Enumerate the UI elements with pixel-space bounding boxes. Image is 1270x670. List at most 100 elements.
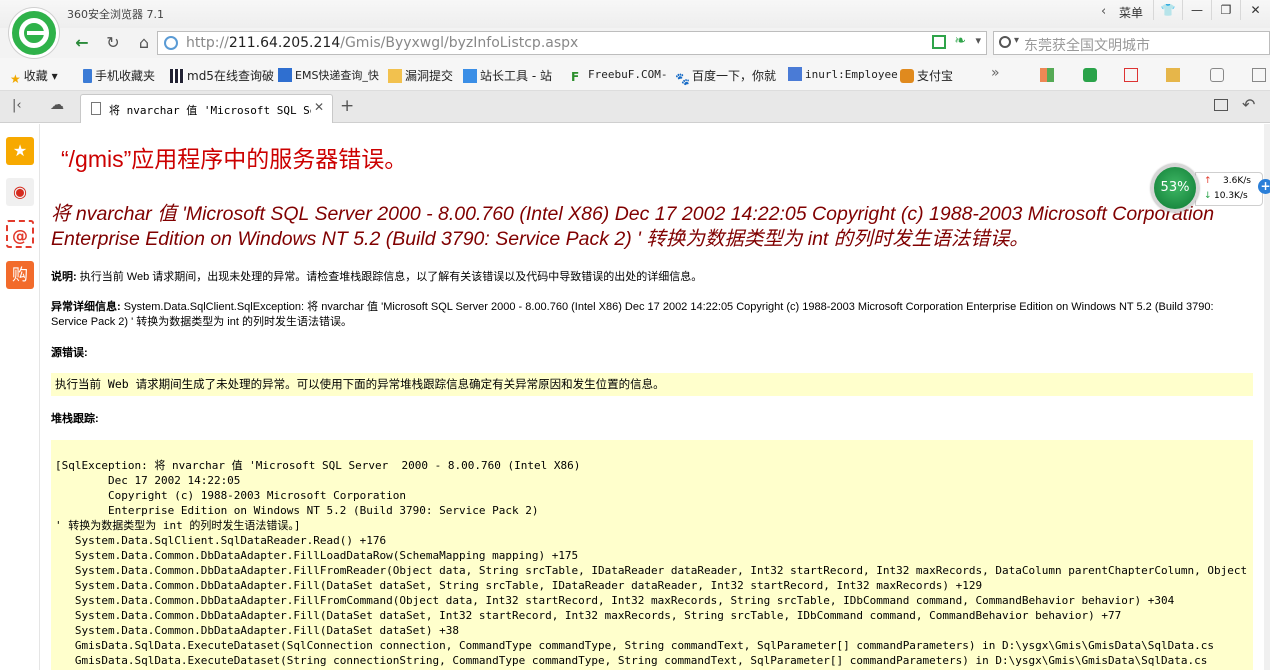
stack-trace-line: System.Data.Common.DbDataAdapter.FillLoa… — [55, 549, 579, 562]
download-arrow-icon: ↓ — [1204, 191, 1212, 201]
navigation-bar: ← ↻ ⌂ http://211.64.205.214/Gmis/Byyxwgl… — [0, 28, 1270, 58]
home-button[interactable]: ⌂ — [133, 32, 155, 54]
folder-icon — [388, 69, 402, 83]
browser-logo-icon[interactable] — [9, 8, 59, 58]
search-box[interactable]: ▾ 东莞获全国文明城市 — [993, 31, 1270, 55]
alipay-icon — [900, 69, 914, 83]
translate-icon[interactable] — [1124, 68, 1138, 82]
bookmark-item[interactable]: 🐾 百度一下，你就 — [675, 67, 776, 86]
mail-icon[interactable]: @ — [6, 220, 34, 248]
ems-icon — [278, 68, 292, 82]
shield-icon[interactable] — [1083, 68, 1097, 82]
cloud-icon[interactable]: ☁ — [50, 97, 64, 113]
back-button[interactable]: ← — [71, 32, 93, 54]
emoji-icon[interactable] — [1210, 68, 1224, 82]
error-message-heading: 将 nvarchar 值 'Microsoft SQL Server 2000 … — [51, 203, 1215, 250]
speed-panel: ↑ 3.6K/s ↓ 10.3K/s — [1195, 172, 1263, 206]
undo-close-icon[interactable]: ↶ — [1242, 95, 1255, 114]
address-bar[interactable]: http://211.64.205.214/Gmis/Byyxwgl/byzIn… — [157, 31, 987, 55]
window-icon[interactable] — [1252, 68, 1266, 82]
description: 说明: 执行当前 Web 请求期间，出现未处理的异常。请检查堆栈跟踪信息，以了解… — [51, 270, 1236, 285]
download-speed: 10.3K/s — [1214, 191, 1248, 201]
stack-trace-line: System.Data.Common.DbDataAdapter.Fill(Da… — [55, 579, 983, 592]
bookmark-favorites[interactable]: ★ 收藏 ▾ — [10, 67, 58, 86]
grid-icon — [170, 69, 184, 83]
description-label: 说明: — [51, 271, 77, 283]
page-content: “/gmis”应用程序中的服务器错误。 将 nvarchar 值 'Micros… — [41, 124, 1270, 670]
url-host: 211.64.205.214 — [228, 35, 341, 51]
stack-trace-line: [SqlException: 将 nvarchar 值 'Microsoft S… — [55, 459, 581, 472]
stack-trace-line: System.Data.Common.DbDataAdapter.FillFro… — [74, 564, 1248, 577]
stack-trace-line: System.Data.Common.DbDataAdapter.Fill(Da… — [55, 624, 459, 637]
exception-label: 异常详细信息: — [51, 301, 121, 313]
tab-title: 将 nvarchar 值 'Microsoft SQL Server 2000 … — [109, 104, 311, 117]
title-bar: 360安全浏览器 7.1 ‹ 菜单 👕 — ❐ ✕ — [0, 0, 1270, 28]
network-speed-widget[interactable]: ↑ 3.6K/s ↓ 10.3K/s 53% + — [1151, 164, 1270, 212]
tab-bar: |‹ ☁ 将 nvarchar 值 'Microsoft SQL Server … — [0, 91, 1270, 123]
star-icon: ★ — [10, 72, 21, 86]
skin-button[interactable]: 👕 — [1153, 0, 1182, 20]
stack-trace-box: [SqlException: 将 nvarchar 值 'Microsoft S… — [51, 440, 1253, 670]
bookmark-item[interactable]: F FreebuF.COM- — [571, 67, 667, 84]
bookmarks-more-button[interactable]: » — [991, 65, 1000, 81]
exception-text: System.Data.SqlClient.SqlException: 将 nv… — [51, 301, 1214, 328]
source-error-box: 执行当前 Web 请求期间生成了未处理的异常。可以使用下面的异常堆栈跟踪信息确定… — [51, 373, 1253, 396]
tab-close-icon[interactable]: ✕ — [314, 100, 324, 114]
bookmark-item[interactable]: md5在线查询破 — [170, 67, 274, 84]
tab-active[interactable]: 将 nvarchar 值 'Microsoft SQL Server 2000 … — [80, 94, 333, 123]
stack-trace-line: System.Data.SqlClient.SqlDataReader.Read… — [55, 534, 387, 547]
bookmark-item[interactable]: 支付宝 — [900, 67, 953, 84]
new-tab-button[interactable]: + — [340, 96, 354, 116]
leaf-icon[interactable]: ❧ — [954, 33, 966, 49]
page-title: “/gmis”应用程序中的服务器错误。 — [61, 146, 408, 172]
close-window-button[interactable]: ✕ — [1240, 0, 1270, 20]
qr-code-icon[interactable] — [932, 35, 946, 49]
stack-trace-line: Dec 17 2002 14:22:05 — [55, 474, 241, 487]
sidebar-toggle-icon[interactable]: |‹ — [12, 98, 22, 113]
apps-icon[interactable] — [1040, 68, 1054, 82]
chevron-down-icon[interactable]: ▾ — [975, 34, 981, 47]
stack-trace-line: System.Data.Common.DbDataAdapter.FillFro… — [55, 594, 1175, 607]
bookmarks-bar: ★ 收藏 ▾ 手机收藏夹 md5在线查询破 EMS快递查询_快 漏洞提交 站长工具… — [0, 58, 1270, 91]
minimize-button[interactable]: — — [1182, 0, 1211, 20]
phone-icon — [83, 69, 92, 83]
chevron-left-icon[interactable]: ‹ — [1101, 4, 1106, 19]
upload-arrow-icon: ↑ — [1204, 176, 1212, 186]
minimize-icon: — — [1191, 3, 1203, 17]
stack-trace-line: GmisData.SqlData.ExecuteDataset(String c… — [55, 654, 1208, 667]
url-path: /Gmis/Byyxwgl/byzInfoListcp.aspx — [340, 35, 579, 51]
tools-icon[interactable] — [1166, 68, 1180, 82]
restore-tabs-icon[interactable] — [1214, 99, 1228, 111]
weibo-icon[interactable]: ◉ — [6, 178, 34, 206]
search-engine-dropdown[interactable]: ▾ — [1014, 35, 1019, 46]
upload-speed: 3.6K/s — [1223, 176, 1251, 186]
search-input[interactable]: 东莞获全国文明城市 — [1024, 35, 1150, 55]
bookmark-item[interactable]: 漏洞提交 — [388, 67, 453, 84]
maximize-button[interactable]: ❐ — [1211, 0, 1240, 20]
bookmark-item[interactable]: 站长工具 - 站 — [463, 67, 552, 84]
globe-icon — [164, 36, 178, 50]
close-icon: ✕ — [1250, 3, 1261, 17]
shopping-icon[interactable]: 购 — [6, 261, 34, 289]
plus-icon[interactable]: + — [1258, 179, 1270, 194]
bookmark-item[interactable]: 手机收藏夹 — [83, 67, 155, 84]
menu-button[interactable]: 菜单 — [1119, 4, 1143, 21]
maximize-icon: ❐ — [1220, 3, 1232, 17]
tool-icon — [463, 69, 477, 83]
stack-trace-line: Enterprise Edition on Windows NT 5.2 (Bu… — [55, 504, 539, 517]
search-icon — [999, 36, 1011, 48]
stack-trace-line: Copyright (c) 1988-2003 Microsoft Corpor… — [55, 489, 406, 502]
bookmark-item[interactable]: EMS快递查询_快 — [278, 67, 379, 83]
url-text[interactable]: http://211.64.205.214/Gmis/Byyxwgl/byzIn… — [186, 35, 578, 51]
document-icon — [91, 102, 101, 115]
stack-trace-title: 堆栈跟踪: — [51, 413, 99, 425]
freebuf-icon: F — [571, 70, 580, 84]
stack-trace-line: ' 转换为数据类型为 int 的列时发生语法错误。] — [55, 519, 301, 532]
bookmark-item[interactable]: inurl:Employee — [788, 67, 898, 81]
favorites-star-icon[interactable]: ★ — [6, 137, 34, 165]
baidu-icon: 🐾 — [675, 72, 690, 86]
refresh-button[interactable]: ↻ — [102, 32, 124, 54]
app-title: 360安全浏览器 7.1 — [67, 8, 164, 21]
memory-percent[interactable]: 53% — [1151, 164, 1199, 212]
source-error-title: 源错误: — [51, 347, 88, 359]
